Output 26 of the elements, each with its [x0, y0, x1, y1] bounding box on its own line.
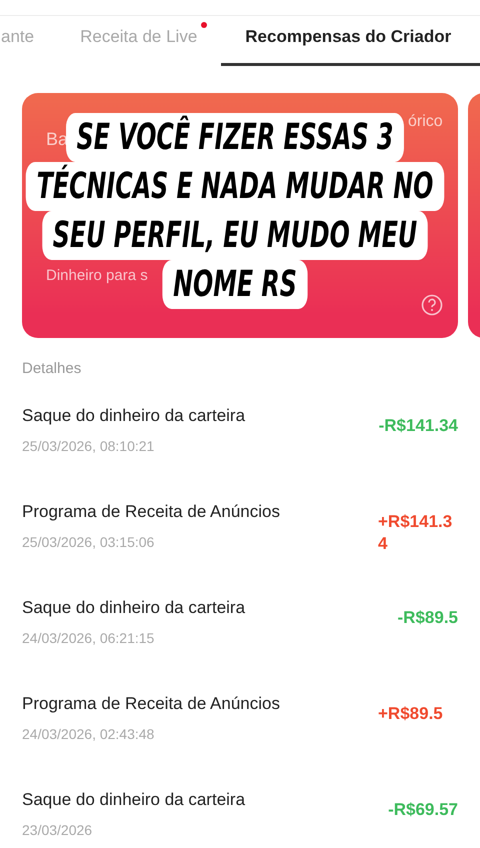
help-icon[interactable]	[421, 294, 443, 316]
history-link[interactable]: órico	[408, 113, 443, 131]
transaction-title: Programa de Receita de Anúncios	[22, 502, 280, 522]
transaction-date: 24/03/2026, 02:43:48	[22, 726, 156, 742]
transaction-title: Programa de Receita de Anúncios	[22, 694, 280, 714]
caption-line: SE VOCÊ FIZER ESSAS 3	[66, 113, 404, 162]
caption-line: SEU PERFIL, EU MUDO MEU	[42, 211, 428, 260]
card-footer: Dinheiro para s	[46, 267, 148, 284]
transaction-amount: +R$89.5	[378, 703, 444, 725]
caption-line: TÉCNICAS E NADA MUDAR NO	[26, 162, 444, 211]
caption-line: NOME RS	[162, 260, 308, 309]
transaction-title: Saque do dinheiro da carteira	[22, 406, 246, 426]
transaction-date: 23/03/2026	[22, 822, 94, 838]
transaction-date: 25/03/2026, 08:10:21	[22, 438, 156, 454]
transaction-amount: -R$89.5	[398, 607, 458, 629]
transaction-date: 25/03/2026, 03:15:06	[22, 534, 156, 550]
tab[interactable]: Receita de Live	[80, 16, 198, 66]
transaction-amount: -R$69.57	[388, 799, 458, 821]
transaction-amount: -R$141.34	[378, 415, 458, 437]
tab[interactable]: ante	[1, 16, 34, 66]
transaction-amount: +R$141.34	[378, 511, 454, 555]
tab[interactable]: Recompensas do Criador	[221, 16, 480, 66]
transaction-title: Saque do dinheiro da carteira	[22, 790, 246, 810]
transaction-date: 24/03/2026, 06:21:15	[22, 630, 156, 646]
section-heading: Detalhes	[22, 360, 82, 377]
transaction-title: Saque do dinheiro da carteira	[22, 598, 246, 618]
